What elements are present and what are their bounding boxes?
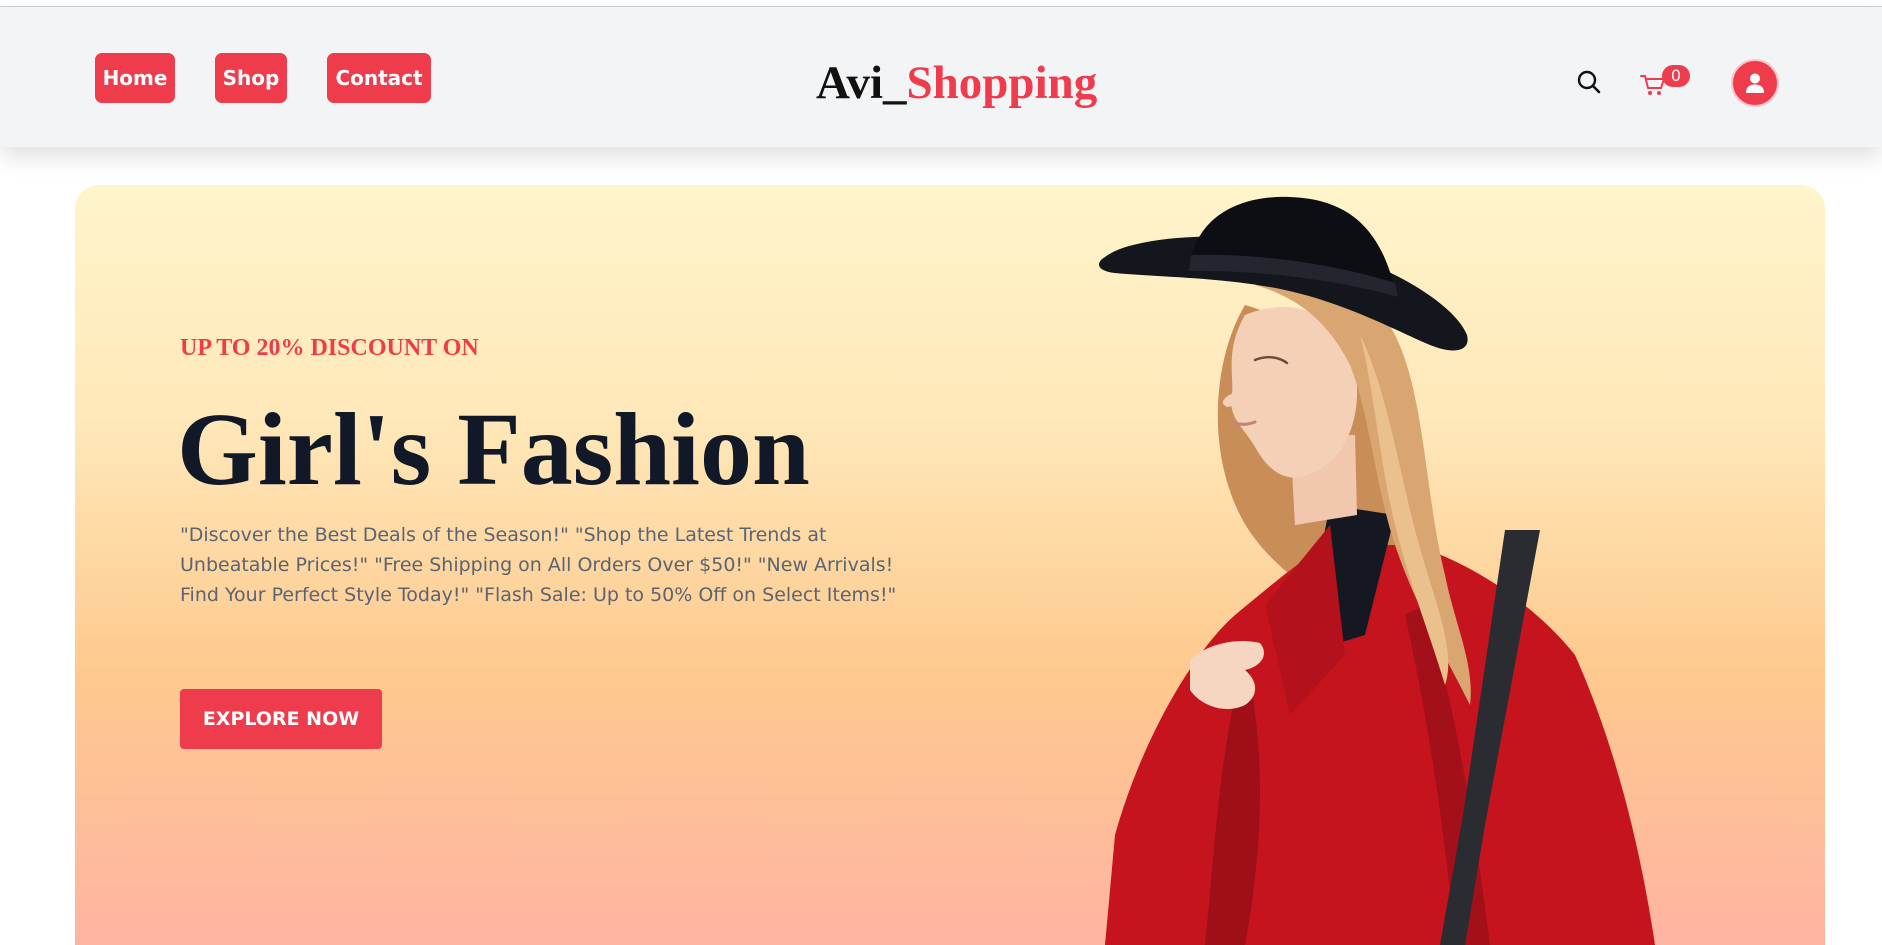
nav-contact-button[interactable]: Contact	[327, 53, 431, 103]
nav-home-button[interactable]: Home	[95, 53, 175, 103]
user-avatar-button[interactable]	[1731, 59, 1779, 107]
user-icon	[1746, 73, 1764, 93]
hero-banner: UP TO 20% DISCOUNT ON Girl's Fashion "Di…	[75, 185, 1825, 945]
hero-model-image	[1099, 196, 1655, 945]
brand-logo-part2: Shopping	[906, 57, 1098, 109]
brand-logo[interactable]: Avi_Shopping	[816, 53, 1097, 113]
hero-description: "Discover the Best Deals of the Season!"…	[180, 524, 897, 606]
cart-button[interactable]: 0	[1638, 65, 1698, 99]
search-button[interactable]	[1574, 67, 1604, 97]
search-icon	[1577, 70, 1601, 94]
hero-subtitle: UP TO 20% DISCOUNT ON	[180, 335, 479, 361]
explore-now-button[interactable]: EXPLORE NOW	[180, 689, 382, 749]
brand-logo-part1: Avi_	[816, 57, 907, 109]
nav-shop-button[interactable]: Shop	[215, 53, 287, 103]
page-top-border	[0, 0, 1882, 7]
nav-links: Home Shop Contact	[95, 53, 471, 103]
cart-count-badge: 0	[1662, 65, 1690, 87]
hero-title: Girl's Fashion	[177, 392, 810, 507]
navbar: Home Shop Contact Avi_Shopping 0	[0, 7, 1882, 147]
